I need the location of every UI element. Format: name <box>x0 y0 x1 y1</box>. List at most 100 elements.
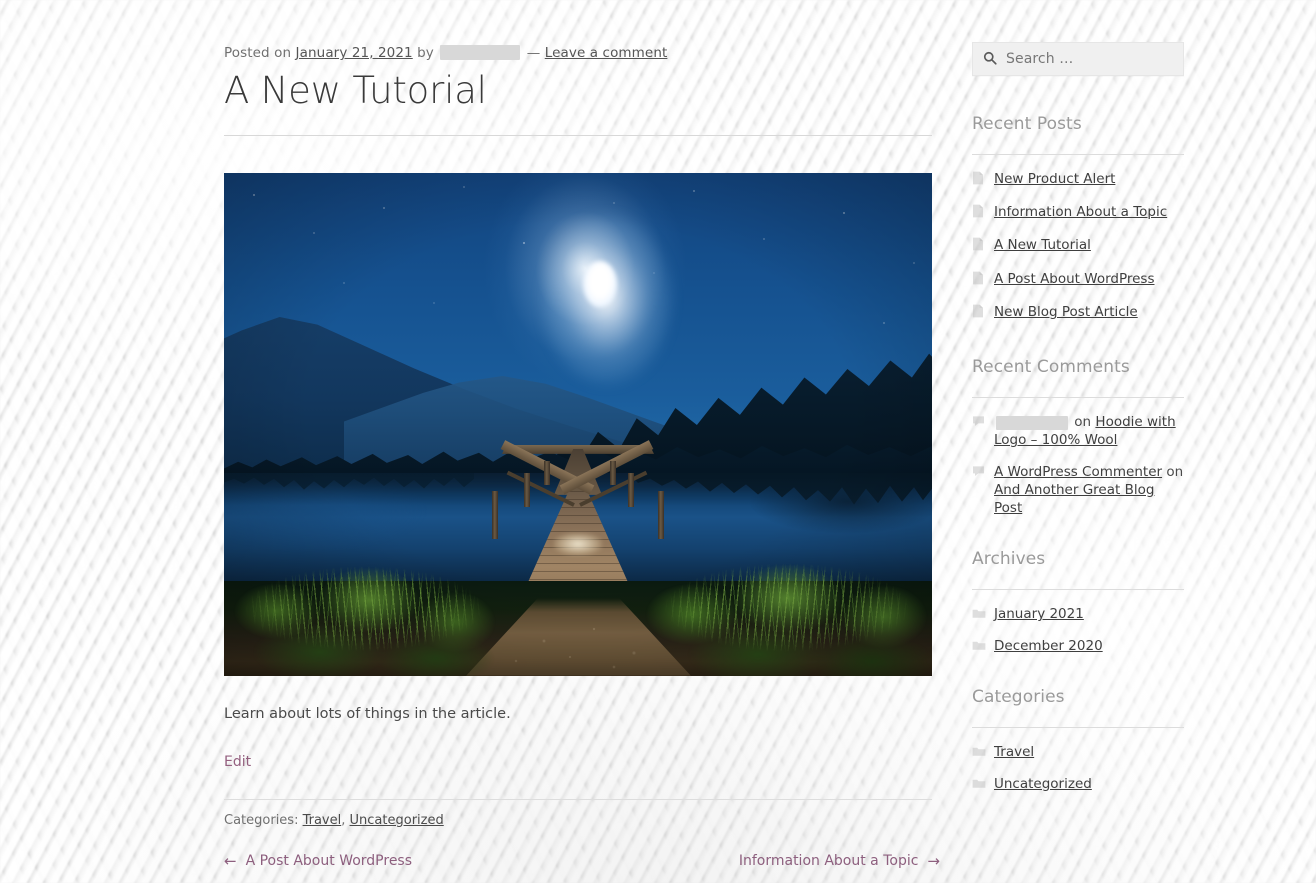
list-item: January 2021 <box>972 605 1184 624</box>
entry-footer-divider <box>224 799 932 801</box>
post-category-uncategorized[interactable]: Uncategorized <box>350 813 444 828</box>
category-link[interactable]: Uncategorized <box>994 776 1092 792</box>
recent-comments-title: Recent Comments <box>972 357 1130 378</box>
comment-bubble-icon <box>972 414 986 432</box>
recent-post-link[interactable]: New Product Alert <box>994 171 1115 187</box>
photo-dock-post-r1 <box>658 490 664 539</box>
entry-footer: Categories: Travel, Uncategorized <box>224 813 932 828</box>
edit-post-link-wrap: Edit <box>224 754 932 770</box>
document-icon <box>972 237 986 256</box>
recent-post-link[interactable]: A New Tutorial <box>994 237 1091 253</box>
comment-on-label: on <box>1166 463 1184 480</box>
document-icon <box>972 304 986 323</box>
next-post-label: Information About a Topic <box>738 853 919 869</box>
list-item-body: Travel <box>994 743 1184 761</box>
post-meta: Posted on January 21, 2021 by — Leave a … <box>224 44 932 61</box>
list-item: December 2020 <box>972 637 1184 656</box>
featured-image[interactable] <box>224 172 932 676</box>
photo-dock-post-r3 <box>610 460 616 485</box>
next-post-link[interactable]: Information About a Topic → <box>739 853 940 869</box>
search-icon <box>983 50 997 69</box>
recent-comments-divider <box>972 397 1184 399</box>
post-navigation: ← A Post About WordPress Information Abo… <box>224 853 940 869</box>
categories-title: Categories <box>972 686 1065 707</box>
list-item-body: A New Tutorial <box>994 236 1184 254</box>
list-item-body: New Blog Post Article <box>994 303 1184 321</box>
archive-link[interactable]: December 2020 <box>994 638 1103 654</box>
widget-categories: Categories Travel Uncategorized <box>972 687 1184 794</box>
previous-post-label: A Post About WordPress <box>245 853 413 869</box>
photo-dock-post-l1 <box>492 490 498 539</box>
list-item: Travel <box>972 743 1184 762</box>
post-article: Posted on January 21, 2021 by — Leave a … <box>224 0 932 828</box>
list-item: Information About a Topic <box>972 203 1184 223</box>
photo-dock-post-l2 <box>524 472 530 507</box>
list-item-body: January 2021 <box>994 605 1184 623</box>
recent-comments-list: on Hoodie with Logo – 100% Wool A WordPr… <box>972 413 1184 517</box>
list-item-body: A WordPress Commenter on And Another Gre… <box>994 463 1184 518</box>
arrow-right-icon: → <box>927 851 940 870</box>
archive-link[interactable]: January 2021 <box>994 606 1084 622</box>
recent-posts-title: Recent Posts <box>972 114 1082 134</box>
folder-icon <box>972 744 986 762</box>
post-title: A New Tutorial <box>224 69 487 113</box>
list-item: Uncategorized <box>972 775 1184 794</box>
post-body-text: Learn about lots of things in the articl… <box>224 705 511 722</box>
leave-a-comment-link[interactable]: Leave a comment <box>545 45 668 61</box>
comment-bubble-icon <box>972 464 986 482</box>
blog-post-page: Posted on January 21, 2021 by — Leave a … <box>0 0 1316 883</box>
category-link[interactable]: Travel <box>994 744 1034 760</box>
photo-moon <box>583 260 617 307</box>
archives-title: Archives <box>972 549 1046 570</box>
photo-grass-blades-left <box>224 564 504 669</box>
commented-post-link[interactable]: And Another Great Blog Post <box>994 482 1154 516</box>
comment-on-label: on <box>1074 414 1092 431</box>
widget-recent-comments: Recent Comments on Hoodie with Logo – 10… <box>972 357 1184 517</box>
folder-icon <box>972 638 986 656</box>
list-item: New Blog Post Article <box>972 303 1184 323</box>
categories-label: Categories: <box>224 813 299 829</box>
list-item-body: December 2020 <box>994 637 1184 655</box>
edit-post-link[interactable]: Edit <box>224 754 251 770</box>
recent-post-link[interactable]: New Blog Post Article <box>994 304 1138 320</box>
list-item-body: Uncategorized <box>994 775 1184 793</box>
list-item-body: A Post About WordPress <box>994 270 1184 288</box>
widget-archives: Archives January 2021 December 2020 <box>972 549 1184 656</box>
search-form[interactable]: Search … <box>972 42 1184 76</box>
previous-post-link[interactable]: ← A Post About WordPress <box>224 853 412 869</box>
posted-on-label: Posted on <box>224 45 292 61</box>
arrow-left-icon: ← <box>224 851 237 870</box>
recent-posts-list: New Product Alert Information About a To… <box>972 170 1184 323</box>
list-item: A WordPress Commenter on And Another Gre… <box>972 463 1184 518</box>
post-category-travel[interactable]: Travel <box>303 813 342 828</box>
list-item: A Post About WordPress <box>972 270 1184 290</box>
list-item-body: on Hoodie with Logo – 100% Wool <box>994 413 1184 449</box>
categories-divider <box>972 726 1184 728</box>
commenter-name-redacted[interactable] <box>996 416 1068 431</box>
list-item: A New Tutorial <box>972 236 1184 256</box>
recent-post-link[interactable]: Information About a Topic <box>994 204 1167 220</box>
category-comma: , <box>341 813 346 829</box>
folder-icon <box>972 776 986 794</box>
photo-grass-blades-right <box>642 562 932 669</box>
recent-post-link[interactable]: A Post About WordPress <box>994 271 1155 287</box>
photo-dock-post-r2 <box>628 472 634 507</box>
archives-list: January 2021 December 2020 <box>972 605 1184 656</box>
commenter-link[interactable]: A WordPress Commenter <box>994 464 1162 480</box>
photo-dock-post-l3 <box>544 460 550 485</box>
document-icon <box>972 171 986 190</box>
search-input[interactable]: Search … <box>1006 51 1073 67</box>
list-item: on Hoodie with Logo – 100% Wool <box>972 413 1184 449</box>
folder-icon <box>972 606 986 624</box>
post-date-link[interactable]: January 21, 2021 <box>296 45 413 61</box>
recent-posts-divider <box>972 154 1184 155</box>
list-item: New Product Alert <box>972 170 1184 190</box>
author-name-redacted[interactable] <box>440 44 521 60</box>
categories-list: Travel Uncategorized <box>972 743 1184 794</box>
meta-separator: — <box>526 45 541 61</box>
list-item-body: New Product Alert <box>994 170 1184 188</box>
archives-divider <box>972 589 1184 591</box>
title-divider <box>224 134 932 136</box>
by-label: by <box>417 45 434 61</box>
widget-recent-posts: Recent Posts New Product Alert Informati… <box>972 114 1184 323</box>
